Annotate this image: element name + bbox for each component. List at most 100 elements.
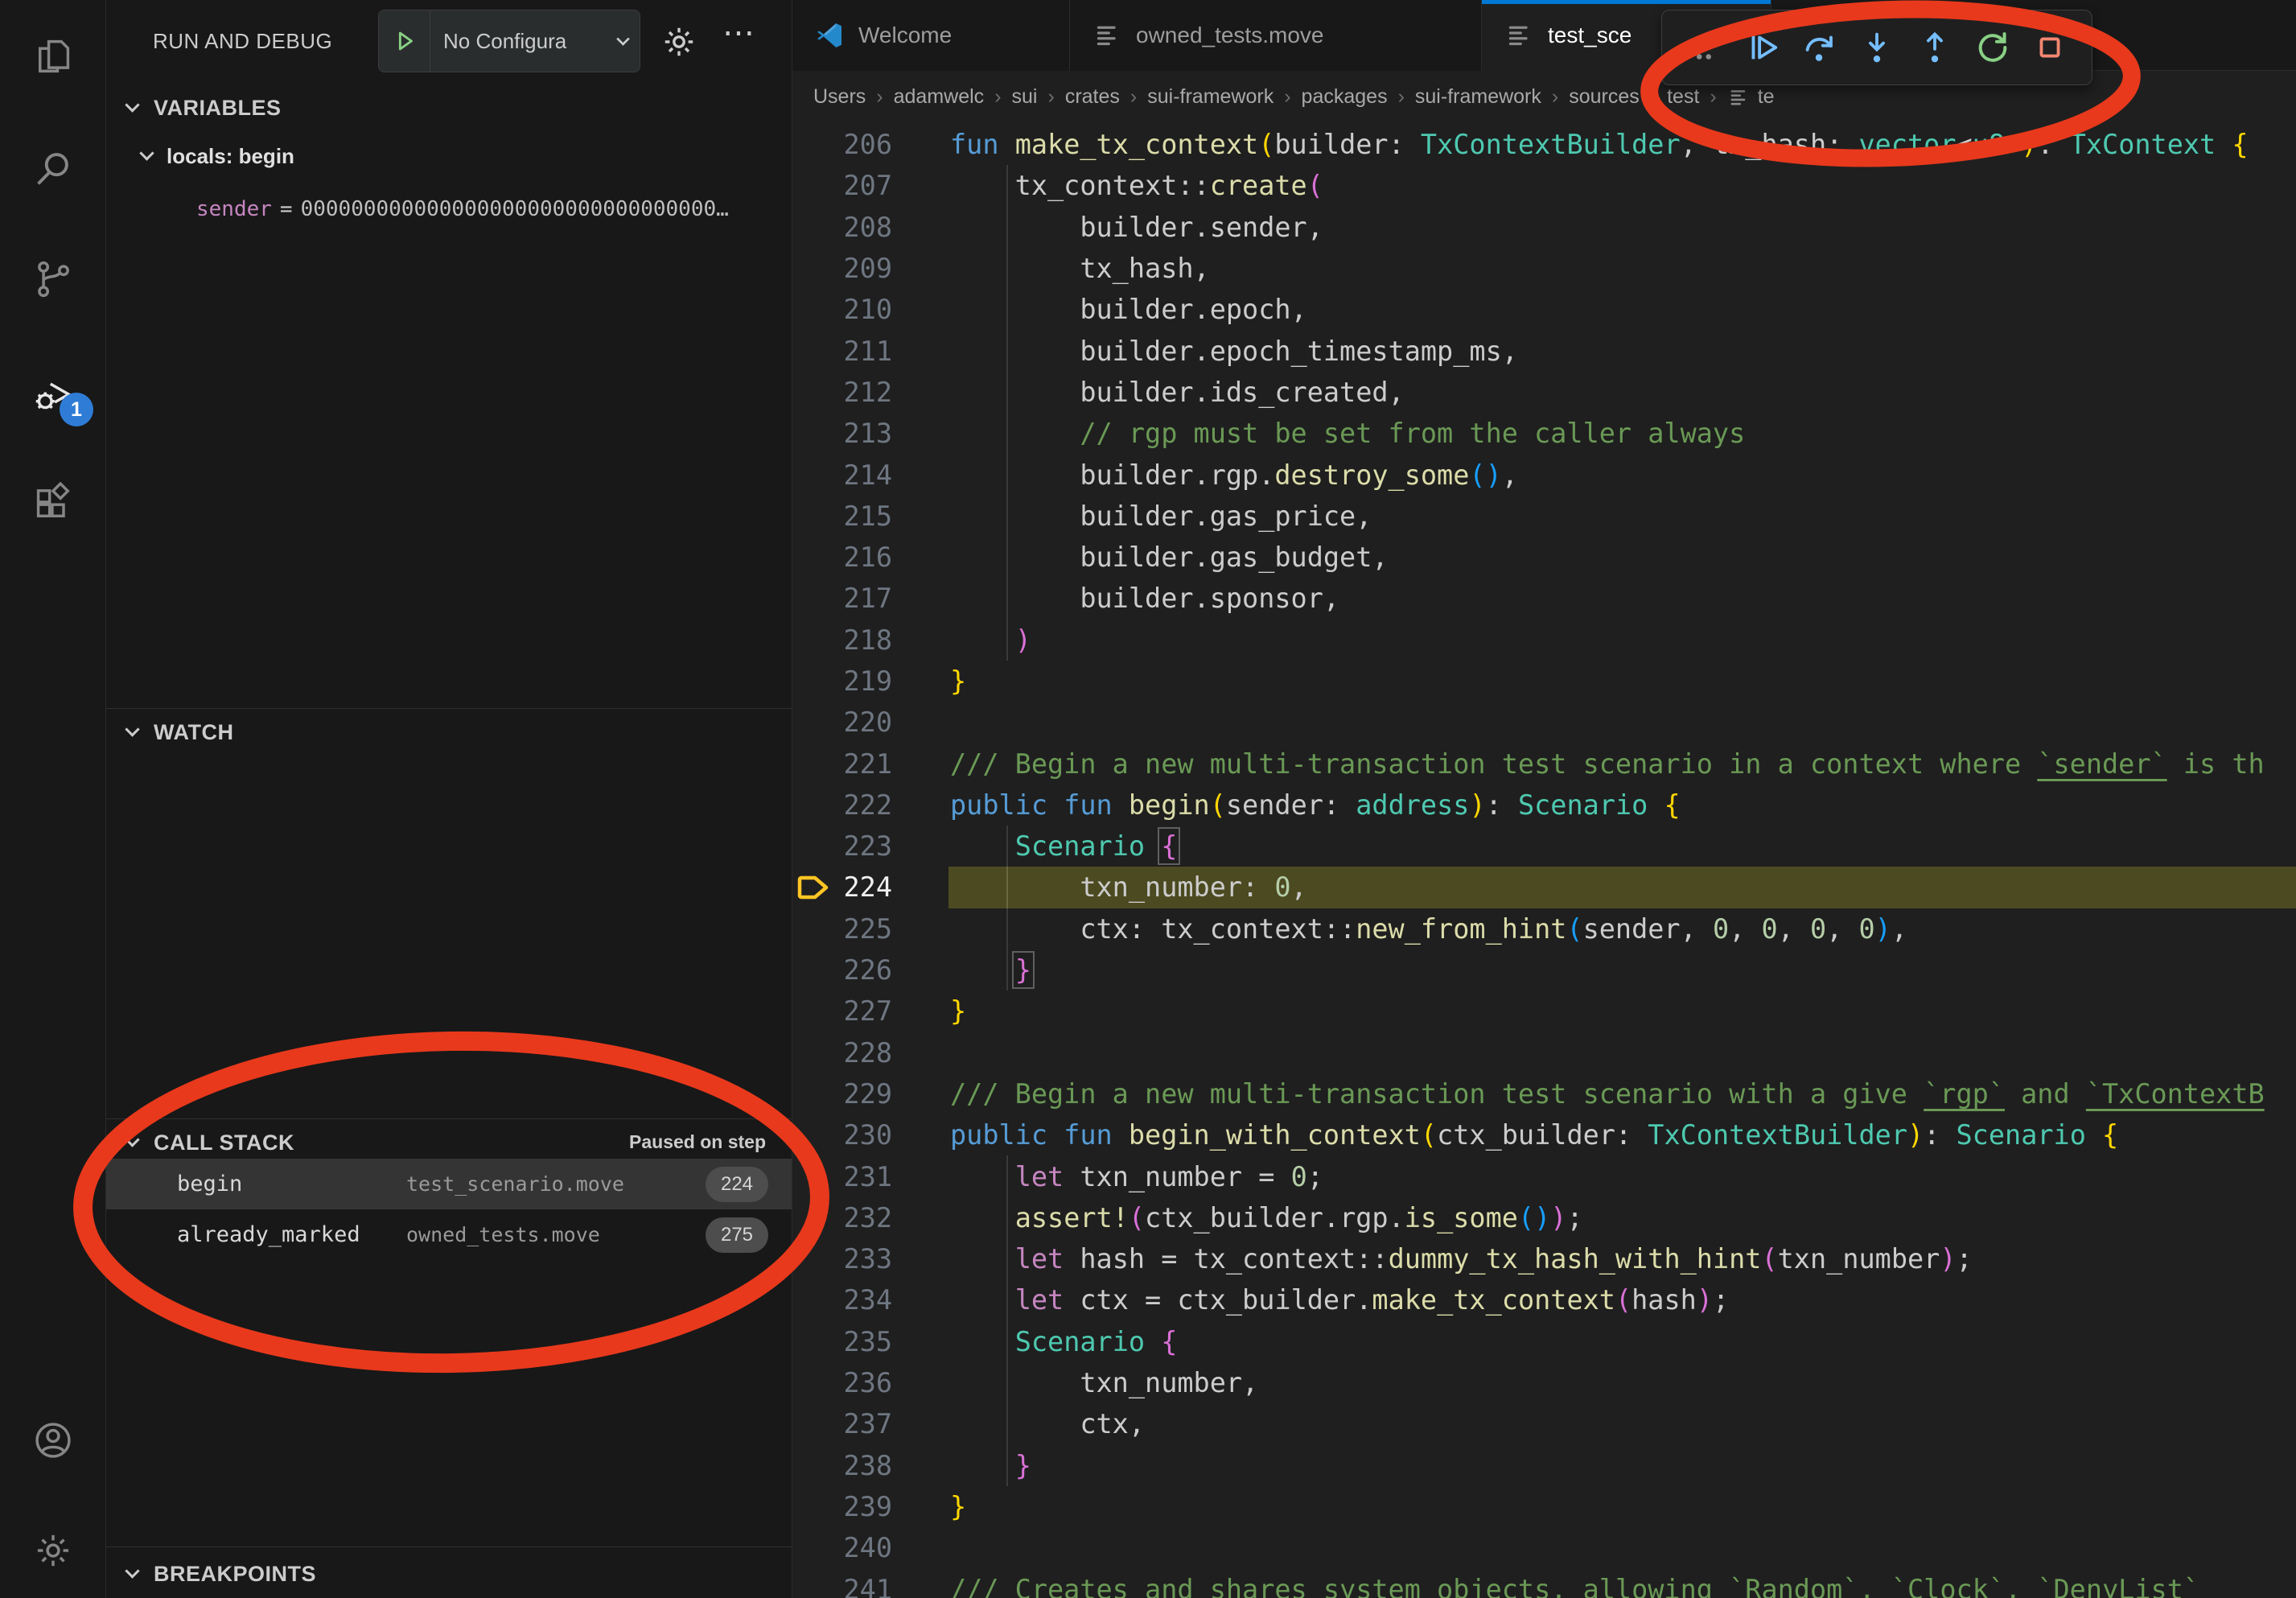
call-stack-frame-already_marked[interactable]: already_markedowned_tests.move275 bbox=[106, 1209, 792, 1260]
start-debug-icon[interactable] bbox=[379, 10, 430, 72]
line-number[interactable]: 213 bbox=[792, 418, 892, 449]
line-number[interactable]: 227 bbox=[792, 995, 892, 1027]
code-line-217[interactable]: 217 builder.sponsor, bbox=[792, 578, 2296, 619]
line-number[interactable]: 231 bbox=[792, 1161, 892, 1192]
line-number[interactable]: 235 bbox=[792, 1326, 892, 1357]
code-line-211[interactable]: 211 builder.epoch_timestamp_ms, bbox=[792, 330, 2296, 371]
line-number[interactable]: 233 bbox=[792, 1243, 892, 1275]
code-line-220[interactable]: 220 bbox=[792, 702, 2296, 743]
watch-section-header[interactable]: WATCH bbox=[106, 711, 792, 753]
line-number[interactable]: 237 bbox=[792, 1408, 892, 1439]
source-control-icon[interactable] bbox=[32, 258, 74, 300]
code-line-207[interactable]: 207 tx_context::create( bbox=[792, 165, 2296, 206]
line-number[interactable]: 241 bbox=[792, 1574, 892, 1598]
variables-section-header[interactable]: VARIABLES bbox=[106, 87, 792, 129]
line-number[interactable]: 211 bbox=[792, 336, 892, 367]
step-over-icon[interactable] bbox=[1796, 25, 1841, 70]
code-line-208[interactable]: 208 builder.sender, bbox=[792, 207, 2296, 248]
explorer-icon[interactable] bbox=[32, 35, 74, 77]
line-number[interactable]: 215 bbox=[792, 500, 892, 532]
line-number[interactable]: 240 bbox=[792, 1532, 892, 1563]
breadcrumb-item[interactable]: packages bbox=[1302, 85, 1388, 109]
code-line-219[interactable]: 219} bbox=[792, 661, 2296, 702]
step-into-icon[interactable] bbox=[1854, 25, 1899, 70]
code-line-230[interactable]: 230public fun begin_with_context(ctx_bui… bbox=[792, 1114, 2296, 1155]
code-line-218[interactable]: 218 ) bbox=[792, 620, 2296, 661]
breadcrumb-item[interactable]: crates bbox=[1065, 85, 1120, 109]
line-number[interactable]: 226 bbox=[792, 954, 892, 986]
code-line-228[interactable]: 228 bbox=[792, 1032, 2296, 1073]
code-line-237[interactable]: 237 ctx, bbox=[792, 1403, 2296, 1444]
line-number[interactable]: 217 bbox=[792, 583, 892, 614]
code-line-221[interactable]: 221/// Begin a new multi-transaction tes… bbox=[792, 743, 2296, 784]
breadcrumb-item[interactable]: sui-framework bbox=[1147, 85, 1273, 109]
code-line-210[interactable]: 210 builder.epoch, bbox=[792, 289, 2296, 330]
account-icon[interactable] bbox=[32, 1419, 74, 1461]
toolbar-drag-handle-icon[interactable] bbox=[1681, 25, 1726, 70]
line-number[interactable]: 210 bbox=[792, 294, 892, 325]
search-icon[interactable] bbox=[32, 148, 74, 190]
breadcrumb-item[interactable]: sui bbox=[1012, 85, 1038, 109]
code-line-236[interactable]: 236 txn_number, bbox=[792, 1362, 2296, 1403]
settings-gear-icon[interactable] bbox=[32, 1530, 74, 1571]
code-line-241[interactable]: 241/// Creates and shares system objects… bbox=[792, 1568, 2296, 1598]
breadcrumb-item[interactable]: adamwelc bbox=[894, 85, 985, 109]
variables-scope-row[interactable]: locals: begin bbox=[106, 134, 792, 179]
debug-config-dropdown[interactable]: No Configura bbox=[378, 10, 640, 72]
line-number[interactable]: 232 bbox=[792, 1202, 892, 1234]
code-line-222[interactable]: 222public fun begin(sender: address): Sc… bbox=[792, 785, 2296, 826]
call-stack-frame-begin[interactable]: begintest_scenario.move224 bbox=[106, 1159, 792, 1209]
restart-icon[interactable] bbox=[1970, 25, 2015, 70]
continue-icon[interactable] bbox=[1739, 25, 1784, 70]
code-editor[interactable]: 206fun make_tx_context(builder: TxContex… bbox=[792, 124, 2296, 1598]
breadcrumb-item[interactable]: Users bbox=[813, 85, 866, 109]
code-line-224[interactable]: 224 txn_number: 0, bbox=[792, 867, 2296, 908]
tab-owned_tests-move[interactable]: owned_tests.move bbox=[1070, 0, 1482, 71]
line-number[interactable]: 225 bbox=[792, 913, 892, 945]
line-number[interactable]: 230 bbox=[792, 1119, 892, 1151]
code-line-229[interactable]: 229/// Begin a new multi-transaction tes… bbox=[792, 1073, 2296, 1114]
code-line-212[interactable]: 212 builder.ids_created, bbox=[792, 372, 2296, 413]
code-line-213[interactable]: 213 // rgp must be set from the caller a… bbox=[792, 413, 2296, 454]
line-number[interactable]: 238 bbox=[792, 1450, 892, 1481]
code-line-232[interactable]: 232 assert!(ctx_builder.rgp.is_some()); bbox=[792, 1197, 2296, 1238]
variable-row[interactable]: sender = 0000000000000000000000000000000… bbox=[196, 188, 792, 230]
code-line-239[interactable]: 239} bbox=[792, 1486, 2296, 1527]
code-line-225[interactable]: 225 ctx: tx_context::new_from_hint(sende… bbox=[792, 908, 2296, 949]
extensions-icon[interactable] bbox=[32, 482, 74, 524]
line-number[interactable]: 212 bbox=[792, 377, 892, 408]
line-number[interactable]: 219 bbox=[792, 665, 892, 697]
more-actions-icon[interactable]: ⋯ bbox=[722, 14, 761, 53]
breadcrumb-item[interactable]: sources bbox=[1569, 85, 1640, 109]
code-line-240[interactable]: 240 bbox=[792, 1527, 2296, 1568]
line-number[interactable]: 207 bbox=[792, 170, 892, 201]
step-out-icon[interactable] bbox=[1912, 25, 1957, 70]
line-number[interactable]: 222 bbox=[792, 789, 892, 821]
code-line-206[interactable]: 206fun make_tx_context(builder: TxContex… bbox=[792, 124, 2296, 165]
breakpoints-section-header[interactable]: BREAKPOINTS bbox=[106, 1553, 792, 1595]
stop-icon[interactable] bbox=[2027, 25, 2072, 70]
debug-settings-gear-icon[interactable] bbox=[660, 23, 698, 61]
code-line-209[interactable]: 209 tx_hash, bbox=[792, 248, 2296, 289]
line-number[interactable]: 236 bbox=[792, 1367, 892, 1398]
line-number[interactable]: 239 bbox=[792, 1491, 892, 1522]
breadcrumb-item[interactable]: sui-framework bbox=[1415, 85, 1541, 109]
line-number[interactable]: 229 bbox=[792, 1078, 892, 1110]
line-number[interactable]: 228 bbox=[792, 1037, 892, 1069]
line-number[interactable]: 209 bbox=[792, 253, 892, 284]
code-line-214[interactable]: 214 builder.rgp.destroy_some(), bbox=[792, 454, 2296, 495]
line-number[interactable]: 220 bbox=[792, 706, 892, 738]
line-number[interactable]: 221 bbox=[792, 748, 892, 780]
code-line-215[interactable]: 215 builder.gas_price, bbox=[792, 496, 2296, 537]
code-line-227[interactable]: 227} bbox=[792, 991, 2296, 1032]
code-line-226[interactable]: 226 } bbox=[792, 949, 2296, 991]
code-line-231[interactable]: 231 let txn_number = 0; bbox=[792, 1155, 2296, 1196]
code-line-216[interactable]: 216 builder.gas_budget, bbox=[792, 537, 2296, 578]
line-number[interactable]: 234 bbox=[792, 1284, 892, 1316]
line-number[interactable]: 216 bbox=[792, 542, 892, 573]
line-number[interactable]: 218 bbox=[792, 624, 892, 656]
line-number[interactable]: 223 bbox=[792, 830, 892, 862]
breadcrumb-file[interactable]: te bbox=[1727, 85, 1775, 109]
code-line-233[interactable]: 233 let hash = tx_context::dummy_tx_hash… bbox=[792, 1238, 2296, 1279]
code-line-234[interactable]: 234 let ctx = ctx_builder.make_tx_contex… bbox=[792, 1279, 2296, 1320]
